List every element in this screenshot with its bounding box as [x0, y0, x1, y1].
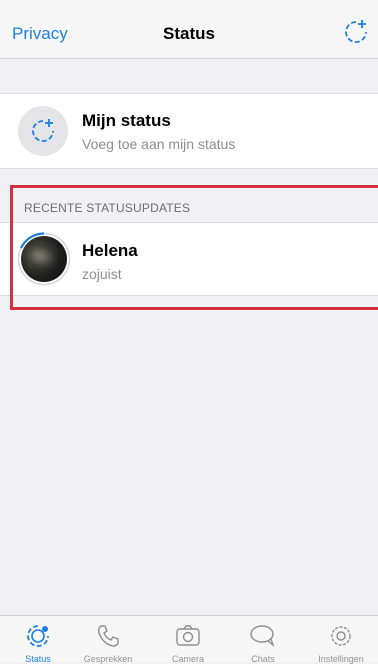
- add-status-icon[interactable]: [342, 18, 370, 46]
- tab-label: Chats: [251, 654, 275, 664]
- tab-label: Instellingen: [318, 654, 364, 664]
- tab-label: Status: [25, 654, 51, 664]
- tab-instellingen[interactable]: Instellingen: [303, 616, 378, 664]
- page-title: Status: [163, 24, 215, 43]
- tab-label: Gesprekken: [83, 654, 133, 664]
- add-status-avatar-icon: [18, 106, 68, 156]
- camera-icon: [176, 625, 200, 646]
- status-icon: [27, 625, 49, 647]
- highlight-box: [10, 185, 378, 310]
- tab-bar: Status Gesprekken Camera Chats Instellin…: [0, 615, 378, 664]
- chat-bubble-icon: [250, 625, 275, 648]
- tab-camera[interactable]: Camera: [150, 616, 226, 664]
- phone-icon: [98, 625, 119, 647]
- gear-icon: [331, 626, 351, 646]
- tab-label: Camera: [171, 654, 204, 664]
- tab-status[interactable]: Status: [0, 616, 76, 664]
- tab-gesprekken[interactable]: Gesprekken: [70, 616, 146, 664]
- my-status-subtitle: Voeg toe aan mijn status: [82, 136, 236, 152]
- navigation-bar: Privacy Status: [0, 0, 378, 59]
- my-status-row[interactable]: Mijn status Voeg toe aan mijn status: [0, 93, 378, 169]
- my-status-title: Mijn status: [82, 111, 171, 130]
- tab-chats[interactable]: Chats: [225, 616, 301, 664]
